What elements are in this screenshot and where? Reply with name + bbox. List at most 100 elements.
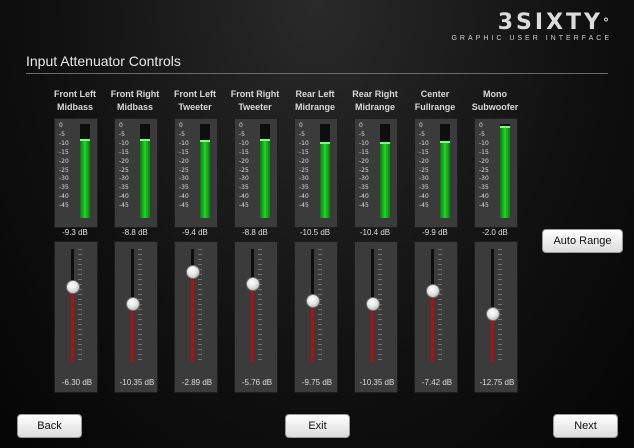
meter-bar-fill [320,144,330,218]
scale-tick-label: -20 [359,157,369,165]
meter-scale: 0 -5 -10 -15 -20 -25 -30 -35 -40 -45 [239,122,257,211]
channel-label: Mono Subwoofer [460,88,530,114]
fader-readout: -6.30 dB [61,378,93,387]
scale-tick-label: 0 [359,122,363,129]
scale-tick-label: -10 [59,139,69,147]
meter-bar-fill [260,141,270,218]
scale-tick-label: -10 [179,139,189,147]
fader-level-fill [251,283,254,362]
fader-knob[interactable] [486,307,500,321]
fader-knob[interactable] [246,277,260,291]
fader-knob[interactable] [66,280,80,294]
scale-tick-label: -20 [419,157,429,165]
scale-tick-label: -45 [419,202,429,210]
level-meter: 0 -5 -10 -15 -20 -25 -30 -35 -40 -45 [114,118,158,228]
scale-tick-label: -15 [479,148,489,156]
scale-tick-label: -40 [239,193,249,201]
scale-tick-label: -5 [479,130,485,138]
attenuator-fader[interactable]: -7.42 dB [414,241,458,393]
scale-tick-label: -40 [359,193,369,201]
scale-tick-label: -10 [239,139,249,147]
scale-tick-label: -5 [119,130,125,138]
meter-peak-indicator [140,139,150,141]
fader-track[interactable] [71,249,74,362]
scale-tick-label: -45 [59,202,69,210]
scale-tick-label: -20 [299,157,309,165]
meter-readout: -9.3 dB [62,228,88,237]
scale-tick-label: -20 [239,157,249,165]
exit-button[interactable]: Exit [285,414,350,438]
meter-scale: 0 -5 -10 -15 -20 -25 -30 -35 -40 -45 [479,122,497,211]
fader-knob[interactable] [426,284,440,298]
auto-range-button[interactable]: Auto Range [542,229,623,253]
meter-scale: 0 -5 -10 -15 -20 -25 -30 -35 -40 -45 [359,122,377,211]
scale-tick-label: 0 [419,122,423,129]
meter-readout: -2.0 dB [482,228,508,237]
fader-knob[interactable] [126,297,140,311]
fader-level-fill [191,271,194,362]
attenuator-fader[interactable]: -5.76 dB [234,241,278,393]
scale-tick-label: -45 [239,202,249,210]
meter-bar-track [500,124,510,218]
scale-tick-label: 0 [239,122,243,129]
meter-bar-track [380,124,390,218]
meter-bar-fill [200,142,210,218]
scale-tick-label: -40 [479,193,489,201]
fader-readout: -10.35 dB [119,378,155,387]
back-button[interactable]: Back [17,414,82,438]
scale-tick-label: -30 [479,175,489,183]
scale-tick-label: -45 [359,202,369,210]
scale-tick-label: -30 [239,175,249,183]
attenuator-fader[interactable]: -2.89 dB [174,241,218,393]
scale-tick-label: -15 [419,148,429,156]
scale-tick-label: -15 [59,148,69,156]
attenuator-fader[interactable]: -6.30 dB [54,241,98,393]
fader-track[interactable] [491,249,494,362]
brand-subtitle: GRAPHIC USER INTERFACE [451,35,612,42]
fader-track[interactable] [251,249,254,362]
scale-tick-label: -20 [179,157,189,165]
attenuator-fader[interactable]: -10.35 dB [354,241,398,393]
fader-knob[interactable] [186,265,200,279]
scale-tick-label: -25 [59,166,69,174]
meter-peak-indicator [260,139,270,141]
scale-tick-label: -20 [479,157,489,165]
meter-bar-fill [500,128,510,218]
scale-tick-label: -5 [359,130,365,138]
fader-track[interactable] [431,249,434,362]
next-button[interactable]: Next [553,414,618,438]
fader-knob[interactable] [306,294,320,308]
fader-level-fill [311,300,314,362]
level-meter: 0 -5 -10 -15 -20 -25 -30 -35 -40 -45 [414,118,458,228]
fader-level-fill [371,303,374,362]
scale-tick-label: -5 [179,130,185,138]
attenuator-fader[interactable]: -10.35 dB [114,241,158,393]
title-divider [26,73,608,74]
scale-tick-label: -45 [119,202,129,210]
meter-peak-indicator [320,142,330,144]
meter-bar-track [140,124,150,218]
level-meter: 0 -5 -10 -15 -20 -25 -30 -35 -40 -45 [174,118,218,228]
fader-knob[interactable] [366,297,380,311]
scale-tick-label: -35 [479,184,489,192]
level-meter: 0 -5 -10 -15 -20 -25 -30 -35 -40 -45 [54,118,98,228]
meter-peak-indicator [380,142,390,144]
scale-tick-label: -10 [419,139,429,147]
scale-tick-label: -15 [359,148,369,156]
fader-readout: -2.89 dB [181,378,213,387]
brand-logo-text: 3SIXTY [497,10,603,35]
scale-tick-label: -40 [59,193,69,201]
scale-tick-label: -30 [299,175,309,183]
meter-readout: -9.4 dB [182,228,208,237]
meter-bar-fill [440,143,450,218]
fader-level-fill [131,303,134,362]
attenuator-fader[interactable]: -12.75 dB [474,241,518,393]
attenuator-fader[interactable]: -9.75 dB [294,241,338,393]
meter-bar-fill [80,141,90,218]
scale-tick-label: -20 [59,157,69,165]
level-meter: 0 -5 -10 -15 -20 -25 -30 -35 -40 -45 [474,118,518,228]
scale-tick-label: 0 [179,122,183,129]
scale-tick-label: -5 [299,130,305,138]
meter-bar-track [440,124,450,218]
scale-tick-label: -30 [179,175,189,183]
